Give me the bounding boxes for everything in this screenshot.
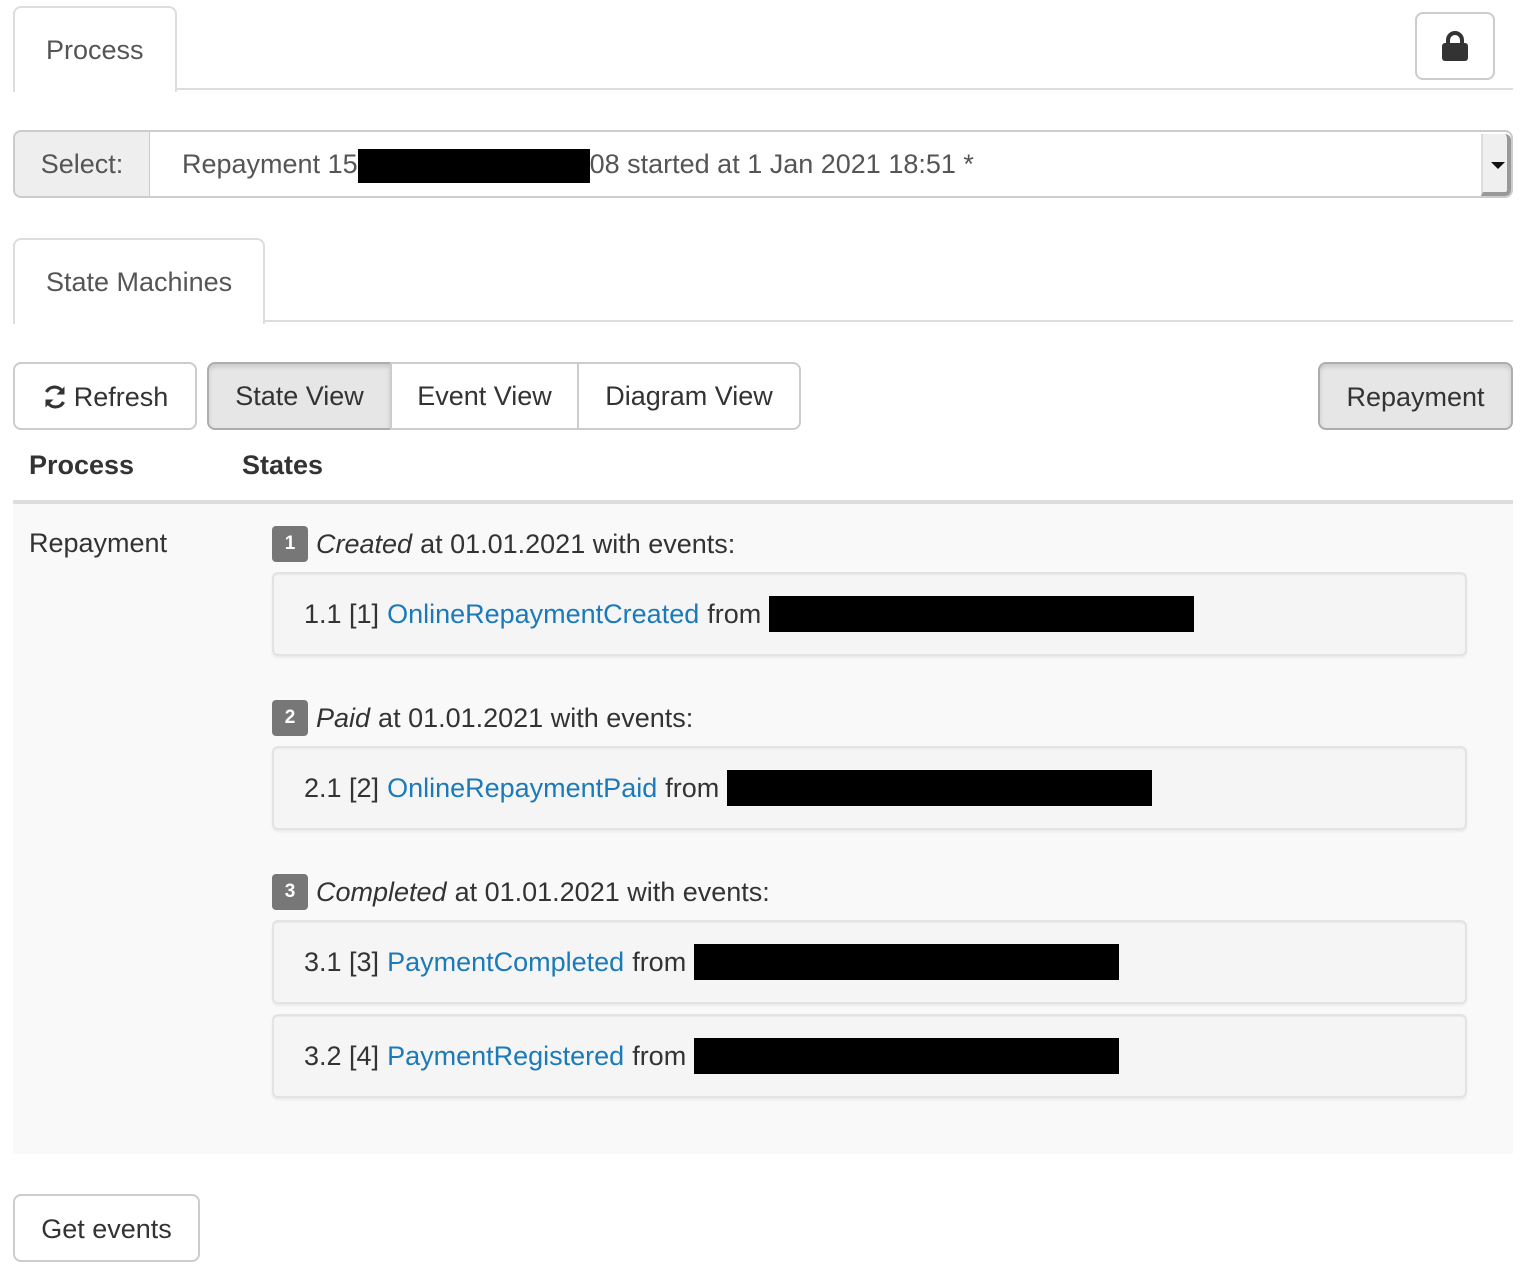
state-item: 3 Completed at 01.01.2021 with events: 3… (272, 872, 1467, 1098)
state-view-button[interactable]: State View (207, 362, 392, 430)
refresh-button[interactable]: Refresh (13, 362, 197, 430)
state-number-badge: 2 (272, 700, 308, 736)
state-number-badge: 3 (272, 874, 308, 910)
state-suffix: at 01.01.2021 with events: (420, 529, 736, 559)
redacted-block (694, 944, 1120, 980)
view-toggle-group: State View Event View Diagram View (207, 362, 801, 430)
event-item: 3.1 [3] PaymentCompleted from (272, 920, 1467, 1004)
event-index: 3.1 [3] (304, 947, 380, 977)
redacted-block (357, 148, 590, 183)
select-value-suffix: 08 started at 1 Jan 2021 18:51 * (589, 149, 974, 179)
event-item: 2.1 [2] OnlineRepaymentPaid from (272, 746, 1467, 830)
event-view-button[interactable]: Event View (390, 362, 579, 430)
event-index: 1.1 [1] (304, 599, 380, 629)
event-from-label: from (632, 947, 687, 977)
lock-icon (1442, 31, 1468, 61)
event-index: 3.2 [4] (304, 1041, 380, 1071)
redacted-block (769, 596, 1195, 632)
top-tab-bar: Process (13, 6, 1513, 92)
diagram-view-button[interactable]: Diagram View (577, 362, 801, 430)
event-link[interactable]: PaymentRegistered (387, 1016, 624, 1096)
event-link[interactable]: OnlineRepaymentCreated (387, 574, 699, 654)
event-link[interactable]: OnlineRepaymentPaid (387, 748, 657, 828)
event-from-label: from (665, 773, 720, 803)
event-from-label: from (707, 599, 762, 629)
state-number-badge: 1 (272, 526, 308, 562)
event-index: 2.1 [2] (304, 773, 380, 803)
event-item: 3.2 [4] PaymentRegistered from (272, 1014, 1467, 1098)
event-item: 1.1 [1] OnlineRepaymentCreated from (272, 572, 1467, 656)
redacted-block (727, 770, 1153, 806)
process-select-group: Select: Repayment 15 08 started at 1 Jan … (13, 130, 1513, 198)
sub-tab-bar: State Machines (13, 238, 1513, 324)
tab-process[interactable]: Process (13, 6, 177, 92)
event-from-label: from (632, 1041, 687, 1071)
state-heading: 1 Created at 01.01.2021 with events: (272, 524, 1467, 564)
state-heading: 2 Paid at 01.01.2021 with events: (272, 698, 1467, 738)
state-name: Completed (316, 877, 447, 907)
state-name: Paid (316, 703, 371, 733)
state-suffix: at 01.01.2021 with events: (454, 877, 770, 907)
state-item: 1 Created at 01.01.2021 with events: 1.1… (272, 524, 1467, 656)
select-value-prefix: Repayment 15 (182, 149, 358, 179)
state-suffix: at 01.01.2021 with events: (378, 703, 694, 733)
event-link[interactable]: PaymentCompleted (387, 922, 624, 1002)
refresh-icon (44, 385, 65, 409)
state-item: 2 Paid at 01.01.2021 with events: 2.1 [2… (272, 698, 1467, 830)
redacted-block (694, 1038, 1120, 1074)
chevron-down-icon[interactable] (1481, 134, 1511, 196)
process-cell: Repayment (29, 528, 168, 558)
refresh-label: Refresh (73, 382, 169, 412)
state-name: Created (316, 529, 413, 559)
repayment-filter-button[interactable]: Repayment (1318, 362, 1513, 430)
lock-button[interactable] (1415, 12, 1495, 80)
process-select[interactable]: Repayment 15 08 started at 1 Jan 2021 18:… (150, 130, 1513, 198)
select-label: Select: (13, 130, 150, 198)
header-states: States (242, 450, 324, 480)
get-events-button[interactable]: Get events (13, 1194, 200, 1262)
state-heading: 3 Completed at 01.01.2021 with events: (272, 872, 1467, 912)
header-process: Process (29, 450, 135, 480)
table-row: Repayment 1 Created at 01.01.2021 with e… (13, 504, 1513, 1154)
tab-state-machines[interactable]: State Machines (13, 238, 266, 324)
